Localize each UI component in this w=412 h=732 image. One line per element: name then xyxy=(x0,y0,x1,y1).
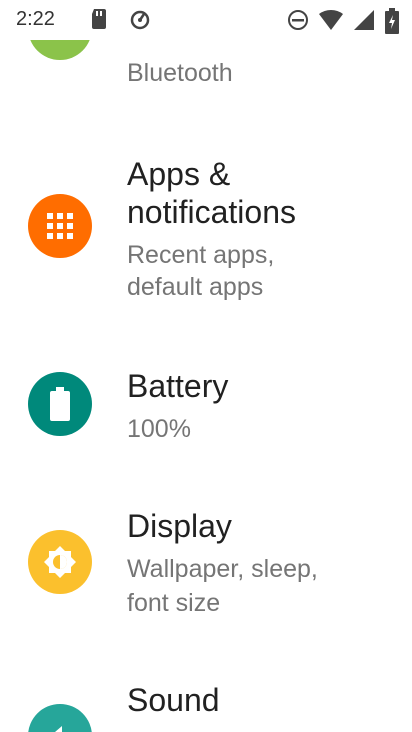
sync-icon xyxy=(128,8,152,37)
apps-notifications-title-line1: Apps & xyxy=(127,156,231,192)
connected-devices-subtitle: Bluetooth xyxy=(127,59,233,87)
settings-item-display[interactable]: Display Wallpaper, sleep, font size xyxy=(0,500,412,630)
sound-title: Sound xyxy=(127,682,220,718)
sd-card-icon xyxy=(90,8,108,35)
battery-subtitle: 100% xyxy=(127,415,191,443)
battery-title: Battery xyxy=(127,368,229,404)
status-bar: 2:22 xyxy=(0,0,412,40)
wifi-icon xyxy=(318,8,344,37)
battery-status-icon xyxy=(385,8,399,39)
display-title: Display xyxy=(127,508,232,544)
settings-item-battery[interactable]: Battery 100% xyxy=(0,360,412,460)
apps-notifications-subtitle-line1: Recent apps, xyxy=(127,241,275,269)
display-subtitle-line2: font size xyxy=(127,589,221,617)
display-subtitle-line1: Wallpaper, sleep, xyxy=(127,555,318,583)
apps-notifications-subtitle-line2: default apps xyxy=(127,273,264,301)
apps-notifications-title-line2: notifications xyxy=(127,194,296,230)
settings-item-sound[interactable]: Sound xyxy=(0,676,412,732)
status-time: 2:22 xyxy=(16,8,55,30)
apps-grid-icon xyxy=(28,194,92,258)
signal-icon xyxy=(352,8,376,37)
do-not-disturb-icon xyxy=(286,8,310,37)
brightness-icon xyxy=(28,530,92,594)
battery-icon xyxy=(28,372,92,436)
settings-item-apps-notifications[interactable]: Apps & notifications Recent apps, defaul… xyxy=(0,150,412,310)
settings-screen: 2:22 Bluetooth Apps & notifications Rece… xyxy=(0,0,412,732)
volume-icon xyxy=(28,704,92,732)
